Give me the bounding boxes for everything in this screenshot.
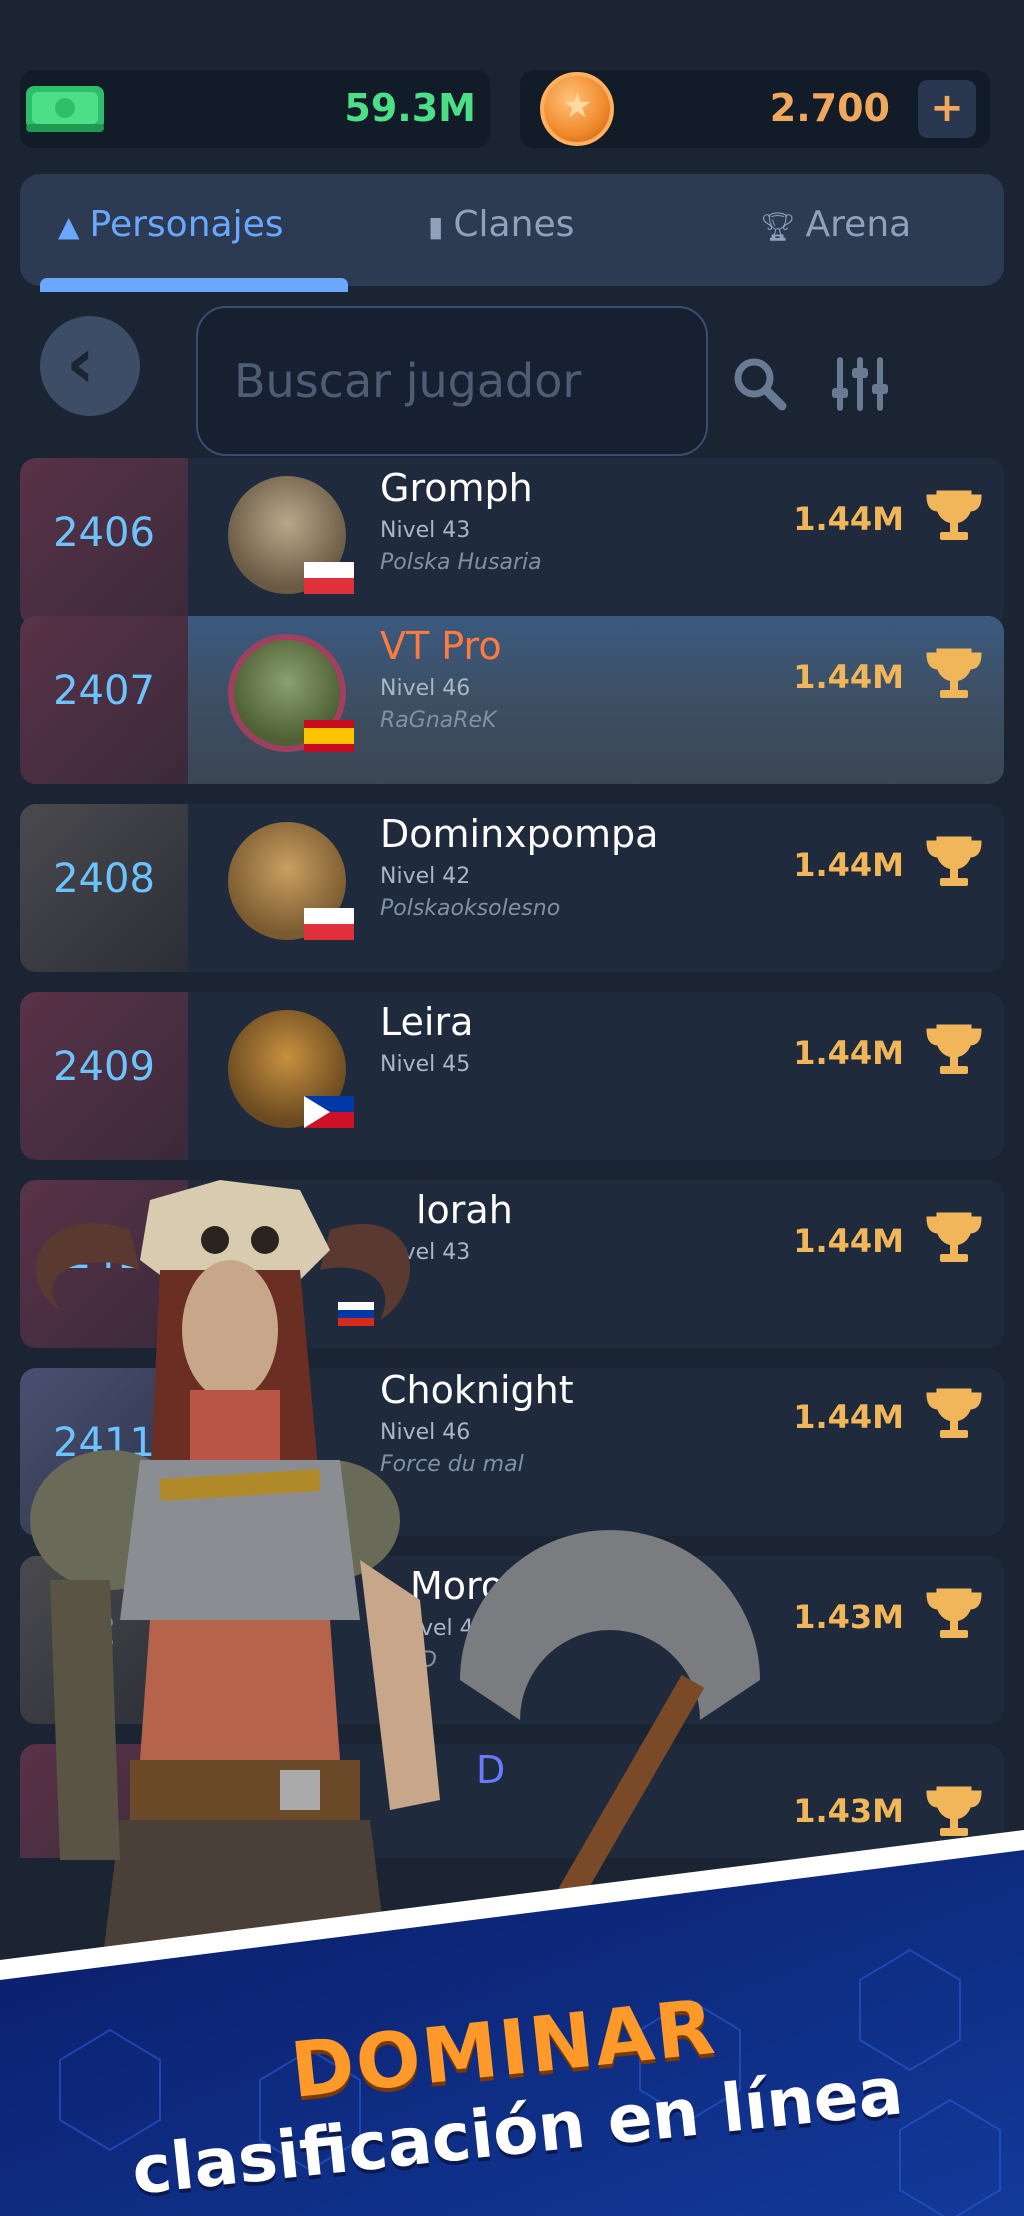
trophy-icon <box>926 1212 982 1262</box>
back-button[interactable]: ‹ <box>40 316 140 416</box>
player-name: VT Pro <box>380 624 502 668</box>
coin-display: 2.700 + <box>520 70 990 148</box>
player-score: 1.44M <box>793 658 904 696</box>
leaderboard-row[interactable]: 2409 Leira Nivel 45 1.44M <box>20 992 1004 1160</box>
tab-personajes[interactable]: ▲ Personajes <box>58 204 284 245</box>
person-icon: ▲ <box>58 210 80 243</box>
flag-icon <box>304 1096 354 1128</box>
player-clan: RaGnaReK <box>380 708 497 733</box>
player-level: Nivel 45 <box>380 1052 471 1077</box>
trophy-icon: 🏆︎ <box>760 210 796 243</box>
trophy-icon <box>926 1388 982 1438</box>
rank-badge: 2408 <box>20 804 188 972</box>
player-level: Nivel 42 <box>380 864 471 889</box>
player-name: Dominxpompa <box>380 812 659 856</box>
leaderboard-row[interactable]: 2408 Dominxpompa Nivel 42 Polskaoksolesn… <box>20 804 1004 972</box>
currency-bar: 59.3M 2.700 + <box>20 70 990 150</box>
trophy-icon <box>926 648 982 698</box>
trophy-icon <box>926 836 982 886</box>
add-coins-button[interactable]: + <box>918 80 976 138</box>
player-clan: Polska Husaria <box>380 550 542 575</box>
trophy-icon <box>926 1588 982 1638</box>
player-level: Nivel 43 <box>380 518 471 543</box>
player-name: Leira <box>380 1000 474 1044</box>
flag-icon <box>304 720 354 752</box>
leaderboard-row-current-player[interactable]: 2407 VT Pro Nivel 46 RaGnaReK 1.44M <box>20 616 1004 784</box>
leaderboard-row[interactable]: 2406 Gromph Nivel 43 Polska Husaria 1.44… <box>20 458 1004 626</box>
cash-icon <box>26 86 104 132</box>
cash-display: 59.3M <box>20 70 490 148</box>
coin-icon <box>540 72 614 146</box>
search-icon[interactable] <box>730 354 790 414</box>
trophy-icon <box>926 490 982 540</box>
rank-badge: 2409 <box>20 992 188 1160</box>
cash-value: 59.3M <box>344 86 476 130</box>
chevron-left-icon: ‹ <box>66 322 95 404</box>
coin-value: 2.700 <box>769 86 890 130</box>
trophy-icon <box>926 1024 982 1074</box>
active-tab-indicator <box>40 278 348 292</box>
player-score: 1.44M <box>793 500 904 538</box>
rank-badge: 2406 <box>20 458 188 626</box>
leaderboard-tabs: ▲ Personajes ▮ Clanes 🏆︎ Arena <box>20 174 1004 292</box>
player-score: 1.44M <box>793 1034 904 1072</box>
flag-icon <box>304 908 354 940</box>
player-score: 1.44M <box>793 846 904 884</box>
search-input[interactable] <box>196 306 708 456</box>
filter-icon[interactable] <box>830 354 890 414</box>
player-level: Nivel 46 <box>380 676 471 701</box>
clan-icon: ▮ <box>428 210 444 243</box>
player-clan: Polskaoksolesno <box>380 896 561 921</box>
player-name: Gromph <box>380 466 533 510</box>
flag-icon <box>304 562 354 594</box>
rank-badge: 2407 <box>20 616 188 784</box>
tab-arena[interactable]: 🏆︎ Arena <box>760 204 911 245</box>
tab-clanes[interactable]: ▮ Clanes <box>428 204 574 245</box>
